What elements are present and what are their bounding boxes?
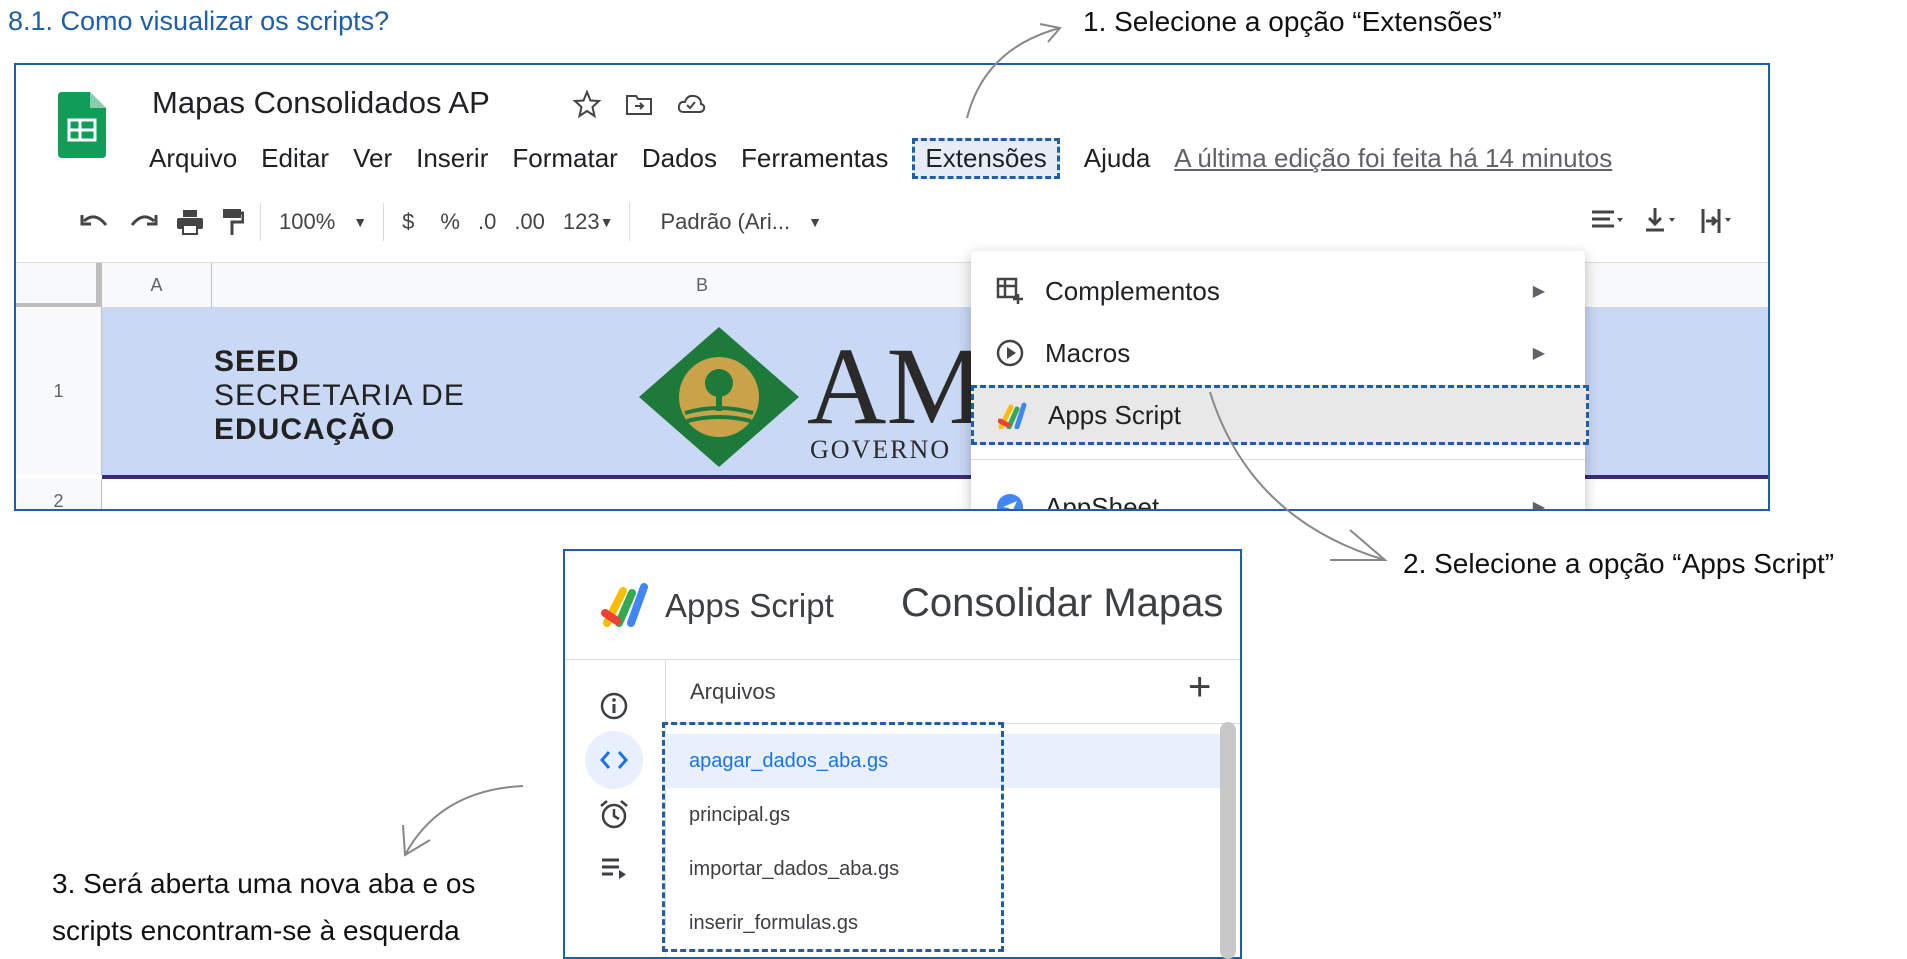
arrow-to-extensoes (966, 27, 1061, 119)
annotation-arrows (402, 23, 1388, 857)
arrow-to-step2 (1209, 391, 1386, 561)
